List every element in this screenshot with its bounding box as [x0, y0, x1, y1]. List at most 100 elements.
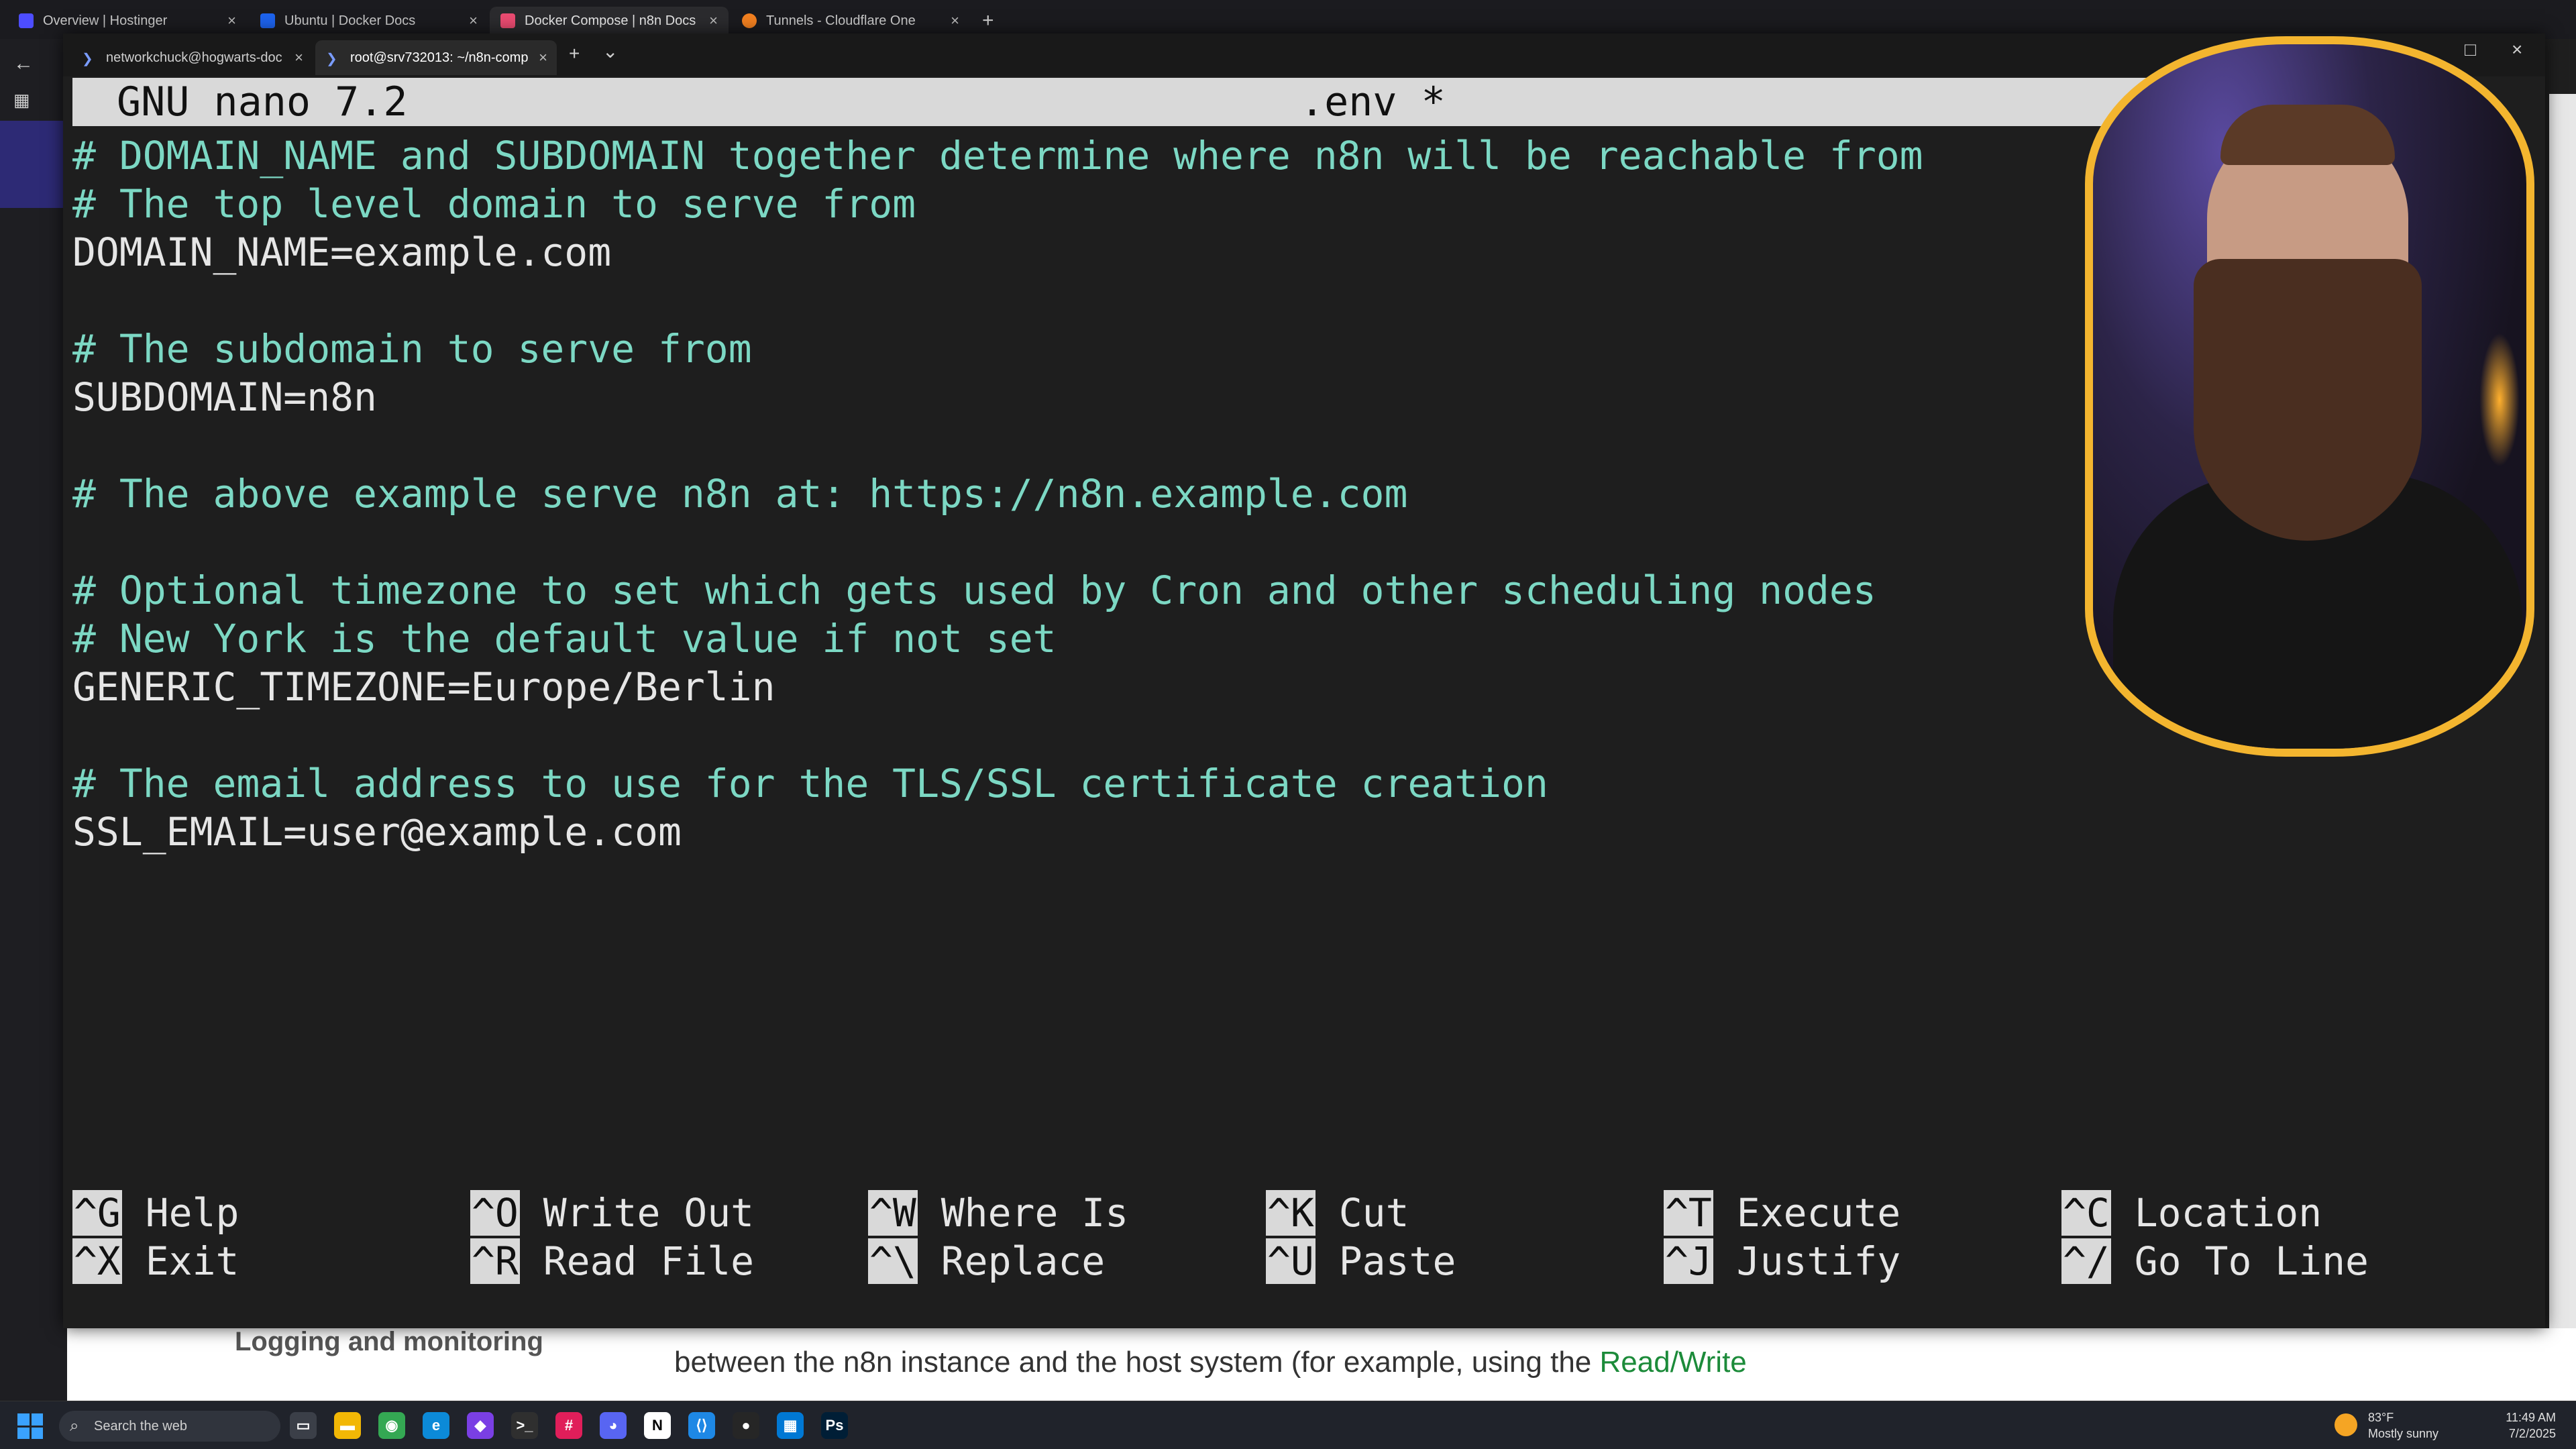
close-icon[interactable]: ×	[294, 49, 303, 66]
env-line[interactable]: DOMAIN_NAME=example.com	[72, 228, 1923, 276]
close-icon[interactable]: ×	[539, 49, 547, 66]
shortcut-label: Location	[2134, 1190, 2322, 1236]
edge-icon[interactable]: e	[423, 1412, 449, 1439]
shortcut-key: ^O	[470, 1190, 520, 1236]
shortcut-key: ^\	[868, 1238, 918, 1284]
browser-tab-hostinger[interactable]: Overview | Hostinger ×	[8, 7, 247, 35]
shortcut-label: Write Out	[543, 1190, 755, 1236]
browser-tab-docker-docs[interactable]: Ubuntu | Docker Docs ×	[250, 7, 488, 35]
shortcut-label: Cut	[1338, 1190, 1409, 1236]
env-line[interactable]	[72, 711, 1923, 759]
close-icon[interactable]: ×	[951, 12, 959, 30]
photoshop-icon[interactable]: Ps	[821, 1412, 848, 1439]
person-beard	[2194, 259, 2422, 541]
terminal-tab-label: networkchuck@hogwarts-doc	[106, 50, 282, 65]
shortcut-label: Paste	[1338, 1238, 1456, 1284]
nano-shortcut: ^R Read File	[470, 1237, 754, 1285]
nano-title-bar: GNU nano 7.2 .env *	[72, 78, 2186, 126]
env-comment-line[interactable]: # The top level domain to serve from	[72, 180, 1923, 228]
env-comment-line[interactable]: # DOMAIN_NAME and SUBDOMAIN together det…	[72, 131, 1923, 180]
discord-icon[interactable]: ◕	[600, 1412, 627, 1439]
start-button[interactable]	[17, 1413, 43, 1439]
taskbar-clock[interactable]: 11:49 AM 7/2/2025	[2489, 1409, 2556, 1442]
browser-tab-n8n-docs[interactable]: Docker Compose | n8n Docs ×	[490, 7, 729, 35]
shortcut-key: ^T	[1664, 1190, 1713, 1236]
background-light	[2479, 333, 2520, 467]
tab-dropdown-button[interactable]: ⌄	[602, 40, 618, 62]
maximize-icon[interactable]: □	[2465, 39, 2476, 60]
browser-tab-label: Tunnels - Cloudflare One	[766, 13, 916, 28]
shortcut-key: ^K	[1266, 1190, 1316, 1236]
env-line[interactable]: SUBDOMAIN=n8n	[72, 373, 1923, 421]
browser-tab-label: Ubuntu | Docker Docs	[284, 13, 416, 28]
terminal-icon: ❯	[326, 52, 337, 66]
nano-editor[interactable]: # DOMAIN_NAME and SUBDOMAIN together det…	[72, 131, 1923, 856]
website-sidebar-item-logging[interactable]: Logging and monitoring	[235, 1327, 543, 1357]
nano-filename: .env *	[1300, 78, 1446, 125]
terminal-tab-label: root@srv732013: ~/n8n-comp	[350, 50, 529, 65]
shortcut-label: Justify	[1736, 1238, 1901, 1284]
sun-icon	[2334, 1413, 2357, 1436]
weather-widget[interactable]: 83°F Mostly sunny	[2334, 1409, 2439, 1442]
close-window-icon[interactable]: ×	[2512, 39, 2522, 60]
nano-shortcut: ^C Location	[2061, 1189, 2322, 1237]
weather-desc: Mostly sunny	[2368, 1427, 2439, 1440]
windows-taskbar: ⌕ Search the web ▭ ▬ ◉ e ◆ >_ # ◕ N ⟨⟩ ● ▦ Ps 83°F M…	[0, 1401, 2576, 1449]
search-icon: ⌕	[70, 1417, 79, 1435]
terminal-tab-networkchuck[interactable]: ❯ networkchuck@hogwarts-doc ×	[71, 40, 313, 75]
shortcut-label: Exit	[145, 1238, 239, 1284]
shortcut-label: Where Is	[941, 1190, 1129, 1236]
obs-icon[interactable]: ●	[733, 1412, 759, 1439]
search-placeholder: Search the web	[94, 1419, 187, 1434]
file-explorer-icon[interactable]: ▬	[334, 1412, 361, 1439]
close-icon[interactable]: ×	[227, 12, 236, 30]
env-comment-line[interactable]: # The above example serve n8n at: https:…	[72, 470, 1923, 518]
env-line[interactable]	[72, 276, 1923, 325]
nano-shortcut: ^K Cut	[1266, 1189, 1409, 1237]
shortcut-label: Go To Line	[2134, 1238, 2369, 1284]
env-comment-line[interactable]: # New York is the default value if not s…	[72, 614, 1923, 663]
plus-icon: +	[982, 9, 994, 32]
obsidian-icon[interactable]: ◆	[467, 1412, 494, 1439]
apps-grid-icon[interactable]: ▦	[13, 90, 30, 111]
clock-date: 7/2/2025	[2508, 1427, 2556, 1440]
chrome-icon[interactable]: ◉	[378, 1412, 405, 1439]
taskbar-search[interactable]: ⌕ Search the web	[59, 1411, 280, 1442]
person-hair	[2220, 105, 2395, 165]
n8n-icon	[500, 13, 515, 28]
browser-tab-cloudflare[interactable]: Tunnels - Cloudflare One ×	[731, 7, 970, 35]
shortcut-key: ^/	[2061, 1238, 2111, 1284]
shortcut-key: ^G	[72, 1190, 122, 1236]
new-terminal-tab-button[interactable]: +	[569, 43, 580, 64]
close-icon[interactable]: ×	[469, 12, 478, 30]
env-line[interactable]	[72, 518, 1923, 566]
clock-time: 11:49 AM	[2506, 1411, 2556, 1424]
close-icon[interactable]: ×	[709, 12, 718, 30]
slack-icon[interactable]: #	[555, 1412, 582, 1439]
nano-shortcut: ^/ Go To Line	[2061, 1237, 2369, 1285]
browser-tab-label: Overview | Hostinger	[43, 13, 168, 28]
nano-shortcut: ^W Where Is	[868, 1189, 1128, 1237]
new-browser-tab-button[interactable]: +	[971, 7, 1005, 35]
vscode-icon[interactable]: ⟨⟩	[688, 1412, 715, 1439]
nano-shortcut: ^\ Replace	[868, 1237, 1105, 1285]
env-comment-line[interactable]: # The subdomain to serve from	[72, 325, 1923, 373]
env-comment-line[interactable]: # The email address to use for the TLS/S…	[72, 759, 1923, 808]
terminal-tab-root[interactable]: ❯ root@srv732013: ~/n8n-comp ×	[315, 40, 557, 75]
browser-sidebar: ← ▦	[0, 39, 67, 1401]
shortcut-key: ^W	[868, 1190, 918, 1236]
env-line[interactable]: GENERIC_TIMEZONE=Europe/Berlin	[72, 663, 1923, 711]
env-line[interactable]: SSL_EMAIL=user@example.com	[72, 808, 1923, 856]
read-write-link[interactable]: Read/Write	[1600, 1346, 1747, 1379]
nano-shortcut: ^T Execute	[1664, 1189, 1900, 1237]
notion-icon[interactable]: N	[644, 1412, 671, 1439]
terminal-icon[interactable]: >_	[511, 1412, 538, 1439]
shortcut-key: ^C	[2061, 1190, 2111, 1236]
back-arrow-icon[interactable]: ←	[13, 52, 34, 75]
env-comment-line[interactable]: # Optional timezone to set which gets us…	[72, 566, 1923, 614]
env-line[interactable]	[72, 421, 1923, 470]
nano-shortcut: ^G Help	[72, 1189, 239, 1237]
app-grid-icon[interactable]: ▦	[777, 1412, 804, 1439]
task-view-icon[interactable]: ▭	[290, 1412, 317, 1439]
website-scrollbar[interactable]	[2549, 94, 2576, 1395]
